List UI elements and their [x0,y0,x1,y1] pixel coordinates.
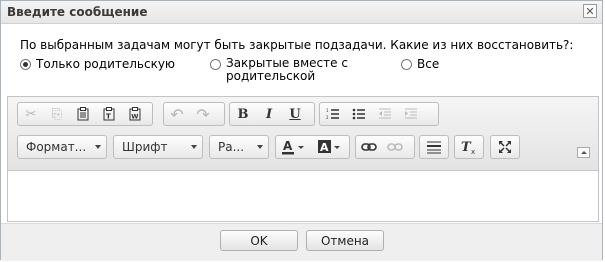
chevron-down-icon [95,145,101,149]
radio-label-line1: Закрытые вместе с [226,56,348,70]
chevron-down-icon [191,145,197,149]
dialog-footer: OK Отмена [1,223,602,261]
unlink-icon[interactable] [382,136,408,158]
svg-text:1: 1 [326,108,329,113]
text-color-icon[interactable]: A [276,136,312,158]
dialog-title: Введите сообщение [7,5,148,19]
format-combo[interactable]: Формат... [17,135,107,159]
history-group: ↶ ↷ [163,102,225,126]
chevron-down-icon [257,145,263,149]
ok-button[interactable]: OK [220,230,298,251]
close-icon[interactable]: ✕ [583,4,597,18]
editor-toolbar: ✂ ⎘ T W ↶ ↷ B I U 1 2 Формат... Шрифт Ра… [8,97,598,171]
font-combo[interactable]: Шрифт [113,135,203,159]
paste-text-icon[interactable]: T [96,103,122,125]
rich-text-editor: ✂ ⎘ T W ↶ ↷ B I U 1 2 Формат... Шрифт Ра… [7,96,599,222]
cancel-button[interactable]: Отмена [306,230,384,251]
basicstyles-group: B I U [229,102,315,126]
horizontal-rule-icon [427,141,441,154]
maximize-icon [499,141,511,153]
radio-label: Все [417,57,440,71]
editor-content-area[interactable] [8,171,598,221]
maximize-button[interactable] [490,135,520,159]
question-text: По выбранным задачам могут быть закрытые… [20,38,574,52]
dialog-titlebar[interactable]: Введите сообщение ✕ [1,1,602,24]
cut-icon[interactable]: ✂ [18,103,44,125]
message-dialog: Введите сообщение ✕ По выбранным задачам… [0,0,603,261]
colors-group: A A [275,135,350,159]
remove-format-button[interactable]: Tx [454,135,484,159]
radio-dot-selected[interactable] [20,59,31,70]
svg-text:x: x [471,148,475,155]
italic-icon[interactable]: I [256,103,282,125]
list-group: 12 [319,102,439,126]
copy-icon[interactable]: ⎘ [44,103,70,125]
radio-label-line2: родительской [226,69,316,83]
remove-format-icon: Tx [461,140,475,155]
undo-icon[interactable]: ↶ [164,103,190,125]
svg-text:T: T [106,113,111,121]
radio-label: Закрытые вместе с родительской [226,57,348,83]
link-icon[interactable] [356,136,382,158]
radio-dot[interactable] [210,59,221,70]
indent-icon[interactable] [398,103,424,125]
size-combo-label: Ра... [218,140,245,154]
bold-icon[interactable]: B [230,103,256,125]
svg-text:W: W [131,113,138,121]
paste-word-icon[interactable]: W [122,103,148,125]
svg-text:2: 2 [326,115,329,120]
radio-all[interactable]: Все [401,57,439,71]
radio-label: Только родительскую [36,57,176,71]
numbered-list-icon[interactable]: 12 [320,103,346,125]
svg-text:A: A [320,141,329,154]
bg-color-icon[interactable]: A [312,136,348,158]
outdent-icon[interactable] [372,103,398,125]
radio-closed-with-parent[interactable]: Закрытые вместе с родительской [210,57,348,83]
radio-only-parent[interactable]: Только родительскую [20,57,175,71]
horizontal-rule-button[interactable] [419,135,449,159]
font-combo-label: Шрифт [122,140,168,154]
size-combo[interactable]: Ра... [209,135,269,159]
links-group [355,135,415,159]
clipboard-group: ✂ ⎘ T W [17,102,153,126]
svg-text:A: A [283,139,293,153]
redo-icon[interactable]: ↷ [190,103,216,125]
format-combo-label: Формат... [26,140,87,154]
underline-icon[interactable]: U [282,103,308,125]
paste-icon[interactable] [70,103,96,125]
radio-dot[interactable] [401,59,412,70]
bulleted-list-icon[interactable] [346,103,372,125]
collapse-toolbar-icon[interactable] [577,147,590,158]
